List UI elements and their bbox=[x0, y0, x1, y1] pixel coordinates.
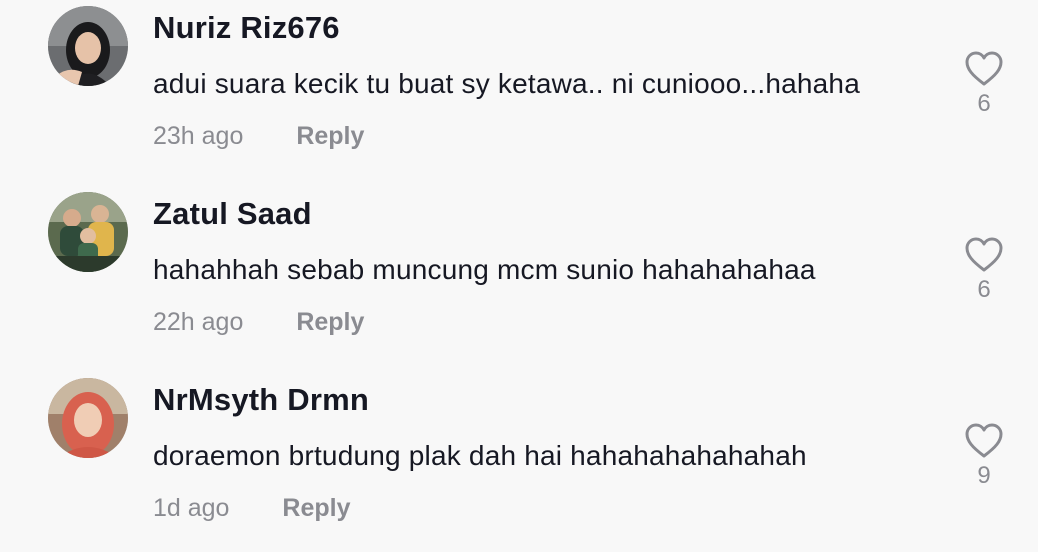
comment-item: Nuriz Riz676 adui suara kecik tu buat sy… bbox=[0, 0, 1038, 180]
comment-username[interactable]: Nuriz Riz676 bbox=[153, 10, 340, 46]
like-count: 9 bbox=[977, 462, 991, 489]
reply-button[interactable]: Reply bbox=[296, 308, 364, 337]
avatar-photo-icon bbox=[48, 378, 128, 458]
comment-item: NrMsyth Drmn doraemon brtudung plak dah … bbox=[0, 372, 1038, 552]
comment-meta: 1d ago Reply bbox=[153, 494, 351, 523]
avatar-photo-icon bbox=[48, 6, 128, 86]
heart-icon bbox=[965, 51, 1003, 86]
comment-timestamp: 22h ago bbox=[153, 308, 244, 336]
comment-timestamp: 1d ago bbox=[153, 494, 230, 522]
comment-text: adui suara kecik tu buat sy ketawa.. ni … bbox=[153, 68, 860, 99]
reply-button[interactable]: Reply bbox=[296, 122, 364, 151]
heart-icon bbox=[965, 423, 1003, 458]
like-button[interactable]: 9 bbox=[960, 422, 1008, 490]
reply-button[interactable]: Reply bbox=[282, 494, 350, 523]
comment-text: doraemon brtudung plak dah hai hahahahah… bbox=[153, 440, 807, 471]
like-count: 6 bbox=[977, 90, 991, 117]
comment-item: Zatul Saad hahahhah sebab muncung mcm su… bbox=[0, 186, 1038, 366]
avatar[interactable] bbox=[48, 378, 128, 458]
comment-text: hahahhah sebab muncung mcm sunio hahahah… bbox=[153, 254, 816, 285]
comment-username[interactable]: NrMsyth Drmn bbox=[153, 382, 369, 418]
heart-icon bbox=[965, 237, 1003, 272]
avatar-photo-icon bbox=[48, 192, 128, 272]
comment-username[interactable]: Zatul Saad bbox=[153, 196, 312, 232]
comment-meta: 22h ago Reply bbox=[153, 308, 364, 337]
comment-meta: 23h ago Reply bbox=[153, 122, 364, 151]
comment-timestamp: 23h ago bbox=[153, 122, 244, 150]
comment-list: Nuriz Riz676 adui suara kecik tu buat sy… bbox=[0, 0, 1038, 548]
like-button[interactable]: 6 bbox=[960, 236, 1008, 304]
avatar[interactable] bbox=[48, 6, 128, 86]
like-button[interactable]: 6 bbox=[960, 50, 1008, 118]
avatar[interactable] bbox=[48, 192, 128, 272]
like-count: 6 bbox=[977, 276, 991, 303]
